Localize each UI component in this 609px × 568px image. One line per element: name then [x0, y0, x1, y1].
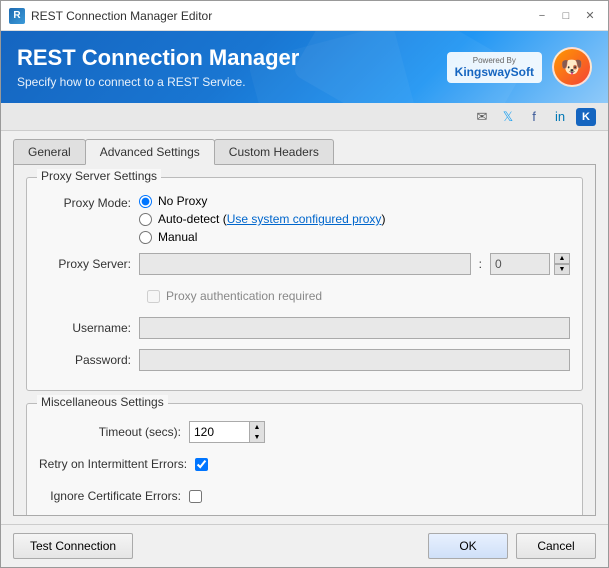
timeout-control: ▲ ▼: [189, 421, 570, 443]
ok-button[interactable]: OK: [428, 533, 508, 559]
ignore-cert-control: [189, 490, 570, 503]
ignore-cert-row: Ignore Certificate Errors:: [39, 484, 570, 508]
timeout-up-button[interactable]: ▲: [250, 422, 264, 432]
footer: Test Connection OK Cancel: [1, 524, 608, 567]
colon-separator: :: [475, 257, 486, 271]
proxy-server-label: Proxy Server:: [39, 257, 139, 271]
proxy-port-input[interactable]: [490, 253, 550, 275]
timeout-row: Timeout (secs): ▲ ▼: [39, 420, 570, 444]
port-spinner: ▲ ▼: [554, 253, 570, 275]
ignore-cert-checkbox-label[interactable]: [189, 490, 202, 503]
radio-manual[interactable]: Manual: [139, 230, 385, 244]
proxy-server-settings-group: Proxy Server Settings Proxy Mode: No Pro…: [26, 177, 583, 391]
proxy-auth-checkbox[interactable]: [147, 290, 160, 303]
proxy-mode-row: Proxy Mode: No Proxy Auto-detect (Use sy…: [39, 194, 570, 244]
tab-custom-headers[interactable]: Custom Headers: [214, 139, 334, 164]
header-title-section: REST Connection Manager Specify how to c…: [17, 45, 299, 89]
radio-no-proxy-input[interactable]: [139, 195, 152, 208]
misc-group-title: Miscellaneous Settings: [37, 395, 168, 409]
password-input[interactable]: [139, 349, 570, 371]
radio-manual-input[interactable]: [139, 231, 152, 244]
header-banner: REST Connection Manager Specify how to c…: [1, 31, 608, 103]
retry-checkbox[interactable]: [195, 458, 208, 471]
facebook-icon[interactable]: f: [524, 108, 544, 126]
proxy-mode-options: No Proxy Auto-detect (Use system configu…: [139, 194, 570, 244]
retry-row: Retry on Intermittent Errors:: [39, 452, 570, 476]
radio-no-proxy-label: No Proxy: [158, 194, 207, 208]
ignore-cert-label: Ignore Certificate Errors:: [39, 489, 189, 503]
radio-auto-detect-label: Auto-detect (Use system configured proxy…: [158, 212, 385, 226]
window-controls: − □ ✕: [532, 7, 600, 25]
misc-settings-group: Miscellaneous Settings Timeout (secs): ▲…: [26, 403, 583, 516]
proxy-mode-label: Proxy Mode:: [39, 194, 139, 210]
proxy-group-content: Proxy Mode: No Proxy Auto-detect (Use sy…: [27, 178, 582, 390]
radio-no-proxy[interactable]: No Proxy: [139, 194, 385, 208]
timeout-down-button[interactable]: ▼: [250, 432, 264, 442]
linkedin-icon[interactable]: in: [550, 108, 570, 126]
proxy-auth-checkbox-label[interactable]: Proxy authentication required: [147, 289, 322, 303]
username-control: [139, 317, 570, 339]
header-right: Powered By KingswaySoft 🐶: [447, 47, 592, 87]
social-bar: ✉ 𝕏 f in K: [1, 103, 608, 131]
header-subtitle: Specify how to connect to a REST Service…: [17, 75, 299, 89]
retry-checkbox-label[interactable]: [195, 458, 208, 471]
tab-general[interactable]: General: [13, 139, 86, 164]
radio-manual-label: Manual: [158, 230, 197, 244]
window-title: REST Connection Manager Editor: [31, 9, 212, 23]
username-row: Username:: [39, 316, 570, 340]
powered-by-badge: Powered By KingswaySoft: [447, 52, 542, 83]
maximize-button[interactable]: □: [556, 7, 576, 25]
timeout-input[interactable]: [189, 421, 249, 443]
password-label: Password:: [39, 353, 139, 367]
password-control: [139, 349, 570, 371]
tab-panel: Proxy Server Settings Proxy Mode: No Pro…: [13, 164, 596, 516]
proxy-auth-row: Proxy authentication required: [39, 284, 570, 308]
proxy-auth-label: Proxy authentication required: [166, 289, 322, 303]
username-input[interactable]: [139, 317, 570, 339]
proxy-server-row: Proxy Server: : ▲ ▼: [39, 252, 570, 276]
kingsway-icon[interactable]: K: [576, 108, 596, 126]
title-bar-left: R REST Connection Manager Editor: [9, 8, 212, 24]
retry-control: [195, 458, 570, 471]
avatar: 🐶: [552, 47, 592, 87]
timeout-arrows: ▲ ▼: [249, 421, 265, 443]
powered-by-text: Powered By: [473, 56, 516, 65]
radio-auto-detect-input[interactable]: [139, 213, 152, 226]
password-row: Password:: [39, 348, 570, 372]
cancel-button[interactable]: Cancel: [516, 533, 596, 559]
tab-advanced-settings[interactable]: Advanced Settings: [85, 139, 215, 165]
test-connection-button[interactable]: Test Connection: [13, 533, 133, 559]
timeout-spinner: ▲ ▼: [189, 421, 265, 443]
port-down-button[interactable]: ▼: [554, 264, 570, 275]
footer-right-buttons: OK Cancel: [428, 533, 596, 559]
auto-detect-link[interactable]: Use system configured proxy: [227, 212, 382, 226]
app-icon: R: [9, 8, 25, 24]
port-up-button[interactable]: ▲: [554, 253, 570, 264]
proxy-radio-group: No Proxy Auto-detect (Use system configu…: [139, 194, 385, 244]
username-label: Username:: [39, 321, 139, 335]
tab-bar: General Advanced Settings Custom Headers: [13, 139, 596, 164]
retry-label: Retry on Intermittent Errors:: [39, 457, 195, 471]
main-content: General Advanced Settings Custom Headers…: [1, 131, 608, 524]
email-icon[interactable]: ✉: [472, 108, 492, 126]
close-button[interactable]: ✕: [580, 7, 600, 25]
proxy-group-title: Proxy Server Settings: [37, 169, 161, 183]
radio-auto-detect[interactable]: Auto-detect (Use system configured proxy…: [139, 212, 385, 226]
timeout-label: Timeout (secs):: [39, 425, 189, 439]
main-window: R REST Connection Manager Editor − □ ✕ R…: [0, 0, 609, 568]
title-bar: R REST Connection Manager Editor − □ ✕: [1, 1, 608, 31]
brand-name: KingswaySoft: [455, 65, 534, 79]
minimize-button[interactable]: −: [532, 7, 552, 25]
proxy-server-input[interactable]: [139, 253, 471, 275]
header-title: REST Connection Manager: [17, 45, 299, 71]
twitter-icon[interactable]: 𝕏: [498, 108, 518, 126]
proxy-server-controls: : ▲ ▼: [139, 253, 570, 275]
ignore-cert-checkbox[interactable]: [189, 490, 202, 503]
misc-group-content: Timeout (secs): ▲ ▼: [27, 404, 582, 516]
